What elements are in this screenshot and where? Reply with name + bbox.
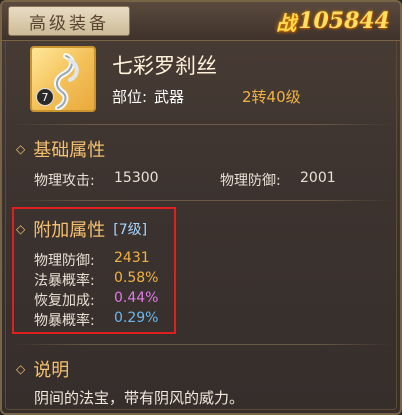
divider (12, 344, 392, 345)
extra-attr-value: 0.58% (114, 270, 159, 286)
equipment-grade-tab[interactable]: 高级装备 (8, 6, 130, 36)
refine-level-badge: 7 (36, 88, 54, 106)
item-level: 2转40级 (242, 88, 301, 106)
extra-attributes-title: ◇ 附加属性 [7级] (16, 216, 147, 242)
extra-attributes-grade: [7级] (113, 222, 148, 238)
combat-power-value: 105844 (298, 8, 390, 34)
extra-attributes-title-text: 附加属性 (33, 220, 106, 241)
diamond-bullet-icon: ◇ (16, 142, 26, 156)
extra-attr-label: 物理防御: (34, 253, 95, 269)
combat-power: 战 105844 (276, 6, 390, 36)
base-attributes-title: ◇ 基础属性 (16, 136, 105, 162)
base-attr-value: 15300 (114, 170, 159, 186)
slot-value: 武器 (154, 88, 185, 106)
diamond-bullet-icon: ◇ (16, 222, 26, 236)
base-attr-value: 2001 (300, 170, 336, 186)
item-name: 七彩罗刹丝 (112, 54, 217, 78)
extra-attr-value: 2431 (114, 250, 150, 266)
extra-attr-label: 恢复加成: (34, 293, 95, 309)
description-title: ◇ 说明 (16, 356, 69, 382)
base-attributes-title-text: 基础属性 (33, 140, 106, 161)
equipment-tooltip-panel: 高级装备 战 105844 7 七彩罗刹丝 部位: 武器 2转40级 ◇ 基础属… (0, 0, 402, 415)
base-attr-label: 物理防御: (220, 173, 281, 189)
combat-power-icon: 战 (276, 10, 297, 35)
extra-attr-value: 0.29% (114, 310, 159, 326)
extra-attr-label: 物暴概率: (34, 313, 95, 329)
extra-attr-label: 法暴概率: (34, 273, 95, 289)
extra-attr-value: 0.44% (114, 290, 159, 306)
description-text: 阴间的法宝，带有阴风的威力。 (34, 389, 245, 407)
diamond-bullet-icon: ◇ (16, 362, 26, 376)
divider (12, 200, 392, 201)
equipment-grade-label: 高级装备 (29, 13, 109, 34)
description-title-text: 说明 (33, 360, 70, 381)
silk-scarf-icon[interactable]: 7 (30, 46, 96, 112)
divider (12, 124, 392, 125)
base-attr-label: 物理攻击: (34, 173, 95, 189)
slot-label: 部位: (112, 88, 148, 106)
tooltip-header: 高级装备 战 105844 (2, 2, 400, 41)
